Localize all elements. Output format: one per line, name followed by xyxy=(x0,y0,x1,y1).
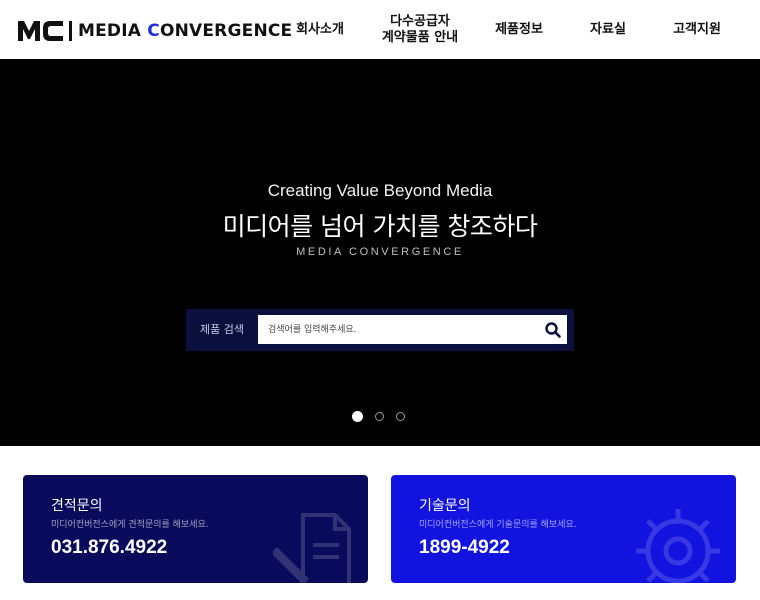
slide-dot-1[interactable] xyxy=(352,411,363,422)
product-search: 제품 검색 xyxy=(186,309,574,351)
nav-item-resources[interactable]: 자료실 xyxy=(573,0,643,59)
hero-banner: Creating Value Beyond Media 미디어를 넘어 가치를 … xyxy=(0,59,760,446)
card-phone[interactable]: 1899-4922 xyxy=(419,537,510,559)
quote-inquiry-card[interactable]: 견적문의 미디어컨버전스에게 견적문의를 해보세요. 031.876.4922 xyxy=(23,475,368,583)
card-description: 미디어컨버전스에게 견적문의를 해보세요. xyxy=(51,520,209,530)
document-pencil-icon xyxy=(273,513,351,583)
logo-divider xyxy=(69,21,72,41)
hero-brand: MEDIA CONVERGENCE xyxy=(296,246,464,258)
site-header: MEDIA CONVERGENCE 회사소개 다수공급자 계약물품 안내 제품정보… xyxy=(0,0,760,59)
slide-dot-3[interactable] xyxy=(396,412,405,421)
card-description: 미디어컨버전스에게 기술문의를 해보세요. xyxy=(419,520,577,530)
site-logo[interactable]: MEDIA CONVERGENCE xyxy=(17,19,292,43)
slide-dot-2[interactable] xyxy=(375,412,384,421)
hero-subtitle: Creating Value Beyond Media xyxy=(267,181,493,200)
nav-item-support[interactable]: 고객지원 xyxy=(662,0,732,59)
nav-item-products[interactable]: 제품정보 xyxy=(484,0,554,59)
hero-title: 미디어를 넘어 가치를 창조하다 xyxy=(222,212,538,241)
tech-inquiry-card[interactable]: 기술문의 미디어컨버전스에게 기술문의를 해보세요. 1899-4922 xyxy=(391,475,736,583)
logo-wordmark: MEDIA CONVERGENCE xyxy=(78,21,293,41)
search-label: 제품 검색 xyxy=(200,323,244,336)
card-title: 기술문의 xyxy=(419,498,471,514)
main-nav: 회사소개 다수공급자 계약물품 안내 제품정보 자료실 고객지원 xyxy=(280,0,750,59)
card-title: 견적문의 xyxy=(51,498,103,514)
search-input[interactable] xyxy=(258,315,567,344)
mc-logo-mark xyxy=(18,21,63,41)
gear-icon xyxy=(636,509,720,583)
card-phone[interactable]: 031.876.4922 xyxy=(51,537,167,559)
search-icon[interactable] xyxy=(544,321,562,339)
slide-indicators xyxy=(352,411,412,423)
nav-item-contract-products[interactable]: 다수공급자 계약물품 안내 xyxy=(378,0,462,59)
nav-item-company[interactable]: 회사소개 xyxy=(285,0,355,59)
